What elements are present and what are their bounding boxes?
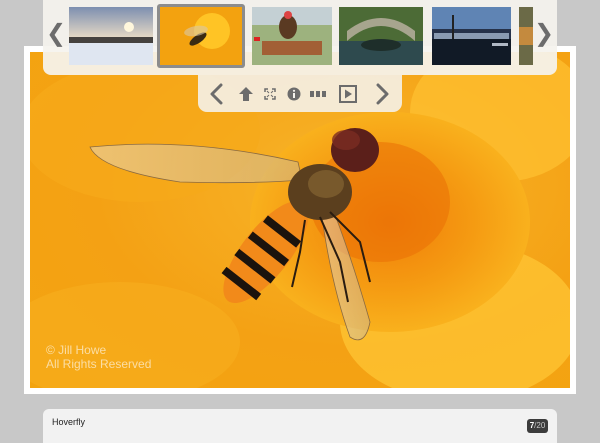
filmstrip-prev-button[interactable]: ❮ <box>46 16 66 50</box>
watermark-line-copyright: © Jill Howe <box>46 343 107 357</box>
info-icon <box>287 87 301 101</box>
copyright-watermark: © Jill Howe All Rights Reserved <box>46 343 151 371</box>
slideshow-controls <box>198 75 402 112</box>
thumbnail-winter-sunset[interactable] <box>69 7 153 65</box>
play-icon <box>339 85 357 103</box>
thumbnails-icon <box>310 91 326 97</box>
previous-button[interactable] <box>206 82 226 106</box>
counter-total: /20 <box>534 421 546 430</box>
thumbnail-partial[interactable] <box>519 7 533 65</box>
thumbnail-horse-jumping[interactable] <box>252 7 332 65</box>
next-button[interactable] <box>373 82 393 106</box>
chevron-left-icon <box>210 83 223 105</box>
thumbnail-hoverfly[interactable] <box>157 4 245 68</box>
thumbnails-button[interactable] <box>308 82 328 106</box>
thumbnail-city-waterfront[interactable] <box>432 7 511 65</box>
photo-counter: 7/20 <box>527 419 548 433</box>
filmstrip-next-button[interactable]: ❯ <box>534 16 554 50</box>
photo-title: Hoverfly <box>52 417 86 427</box>
home-icon <box>239 87 253 101</box>
watermark-line-rights: All Rights Reserved <box>46 357 152 371</box>
info-button[interactable] <box>284 82 304 106</box>
home-button[interactable] <box>236 82 256 106</box>
thumbnail-filmstrip: ❮ ❯ <box>43 0 557 75</box>
chevron-right-icon <box>376 83 389 105</box>
fullscreen-button[interactable] <box>260 82 280 106</box>
thumbnail-stone-bridge[interactable] <box>339 7 423 65</box>
fullscreen-icon <box>264 88 276 100</box>
caption-bar: Hoverfly 7/20 <box>43 409 557 443</box>
play-button[interactable] <box>338 82 358 106</box>
